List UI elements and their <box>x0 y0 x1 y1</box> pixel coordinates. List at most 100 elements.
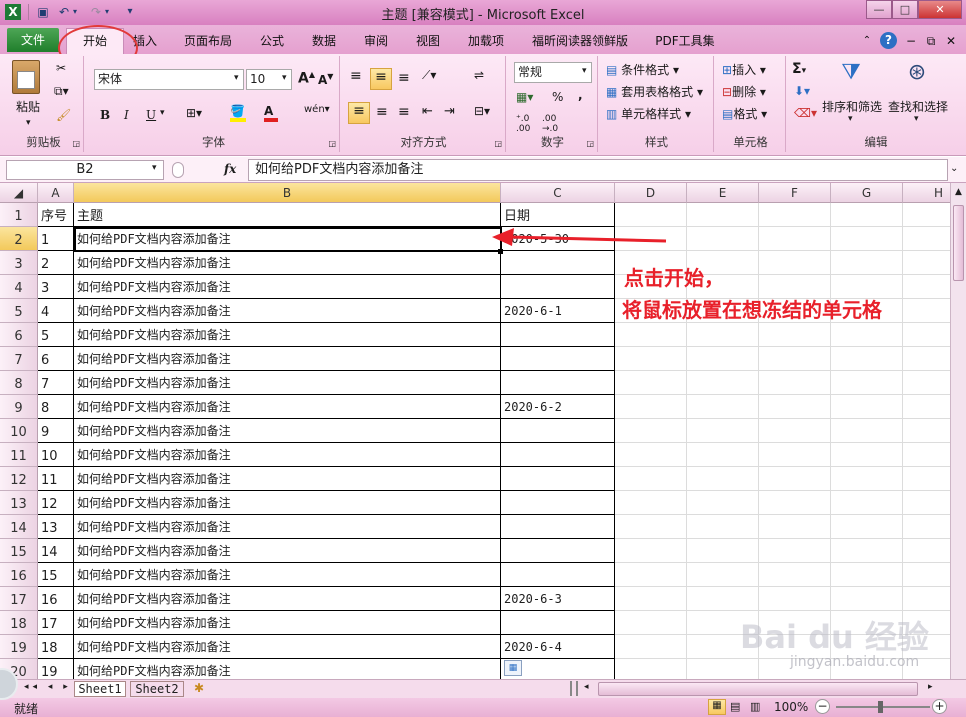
phonetic-icon[interactable]: wén▾ <box>304 104 330 115</box>
cell-a[interactable]: 14 <box>38 539 74 563</box>
row-header[interactable]: 2 <box>0 227 38 251</box>
conditional-format-button[interactable]: ▤ 条件格式 ▾ <box>606 61 679 78</box>
cell-c[interactable] <box>501 323 615 347</box>
paste-icon[interactable] <box>12 60 40 94</box>
fill-icon[interactable]: ⬇▾ <box>794 84 810 98</box>
row-header[interactable]: 17 <box>0 587 38 611</box>
sort-filter-button[interactable]: 排序和筛选 <box>822 98 882 115</box>
formula-bar-splitter[interactable] <box>172 162 184 178</box>
row-header[interactable]: 19 <box>0 635 38 659</box>
cell-a[interactable]: 7 <box>38 371 74 395</box>
cell-styles-button[interactable]: ▥ 单元格样式 ▾ <box>606 105 691 122</box>
cell-a[interactable]: 4 <box>38 299 74 323</box>
delete-cells-button[interactable]: ⊟删除 ▾ <box>722 83 766 100</box>
cell-a[interactable]: 15 <box>38 563 74 587</box>
chevron-down-icon[interactable]: ▾ <box>848 114 853 124</box>
increase-indent-icon[interactable]: ⇥ <box>444 104 455 119</box>
tab-view[interactable]: 视图 <box>410 31 446 51</box>
cell-b[interactable]: 如何给PDF文档内容添加备注 <box>74 371 501 395</box>
cell-b[interactable]: 如何给PDF文档内容添加备注 <box>74 515 501 539</box>
scroll-left-icon[interactable]: ◂ <box>584 682 589 692</box>
column-header[interactable]: E <box>687 183 759 203</box>
binoculars-icon[interactable]: ⊛ <box>902 60 932 90</box>
horizontal-scroll-thumb[interactable] <box>598 682 918 696</box>
cell-c[interactable]: 2020-6-1 <box>501 299 615 323</box>
shrink-font-icon[interactable]: A▼ <box>318 72 333 87</box>
column-header[interactable]: F <box>759 183 831 203</box>
chevron-down-icon[interactable]: ▾ <box>282 73 287 83</box>
chevron-down-icon[interactable]: ▾ <box>914 114 919 124</box>
row-header[interactable]: 1 <box>0 203 38 227</box>
zoom-out-icon[interactable]: − <box>815 699 830 714</box>
cell-b[interactable]: 主题 <box>74 203 501 227</box>
cell-b[interactable]: 如何给PDF文档内容添加备注 <box>74 611 501 635</box>
align-right-icon[interactable]: ≡ <box>398 104 410 120</box>
zoom-slider[interactable] <box>836 706 930 708</box>
page-break-view-icon[interactable]: ▥ <box>750 700 760 713</box>
zoom-in-icon[interactable]: + <box>932 699 947 714</box>
chevron-down-icon[interactable]: ▾ <box>152 163 157 173</box>
row-header[interactable]: 6 <box>0 323 38 347</box>
percent-button[interactable]: % <box>552 90 563 104</box>
cell-a[interactable]: 13 <box>38 515 74 539</box>
help-icon[interactable]: ? <box>880 32 897 49</box>
border-icon[interactable]: ⊞▾ <box>186 106 202 120</box>
cell-c[interactable] <box>501 515 615 539</box>
cell-b[interactable]: 如何给PDF文档内容添加备注 <box>74 299 501 323</box>
merge-center-icon[interactable]: ⊟▾ <box>474 104 490 118</box>
name-box[interactable]: B2 <box>6 160 164 180</box>
row-header[interactable]: 11 <box>0 443 38 467</box>
align-middle-icon[interactable]: ≡ <box>370 68 392 90</box>
row-header[interactable]: 4 <box>0 275 38 299</box>
format-as-table-button[interactable]: ▦ 套用表格格式 ▾ <box>606 83 703 100</box>
collapse-ribbon-icon[interactable]: ⌃ <box>860 31 874 51</box>
bold-button[interactable]: B <box>100 108 110 122</box>
row-header[interactable]: 9 <box>0 395 38 419</box>
row-header[interactable]: 13 <box>0 491 38 515</box>
align-top-icon[interactable]: ≡ <box>350 68 362 84</box>
row-header[interactable]: 3 <box>0 251 38 275</box>
cell-c[interactable] <box>501 467 615 491</box>
tab-pdf-tools[interactable]: PDF工具集 <box>652 31 718 51</box>
row-header[interactable]: 14 <box>0 515 38 539</box>
align-bottom-icon[interactable]: ≡ <box>398 70 410 86</box>
row-header[interactable]: 15 <box>0 539 38 563</box>
cell-c[interactable]: 2020-6-3 <box>501 587 615 611</box>
cell-a[interactable]: 17 <box>38 611 74 635</box>
workbook-restore-icon[interactable]: ⧉ <box>924 31 938 51</box>
cell-a[interactable]: 3 <box>38 275 74 299</box>
close-icon[interactable]: ✕ <box>918 0 962 19</box>
cell-b[interactable]: 如何给PDF文档内容添加备注 <box>74 563 501 587</box>
fill-color-icon[interactable]: 🪣 <box>230 104 246 122</box>
new-sheet-icon[interactable]: ✱ <box>194 681 204 695</box>
sheet-tab-2[interactable]: Sheet2 <box>130 681 184 697</box>
cell-c[interactable] <box>501 491 615 515</box>
column-header[interactable]: H <box>903 183 950 203</box>
column-header[interactable]: G <box>831 183 903 203</box>
column-header[interactable]: D <box>615 183 687 203</box>
formula-input[interactable]: 如何给PDF文档内容添加备注 <box>248 159 948 181</box>
cell-b[interactable]: 如何给PDF文档内容添加备注 <box>74 635 501 659</box>
grow-font-icon[interactable]: A▲ <box>298 70 315 87</box>
sheet-tab-1[interactable]: Sheet1 <box>74 681 126 697</box>
cell-b[interactable]: 如何给PDF文档内容添加备注 <box>74 539 501 563</box>
format-cells-button[interactable]: ▤格式 ▾ <box>722 105 767 122</box>
cell-a[interactable]: 1 <box>38 227 74 251</box>
column-header[interactable]: B <box>74 183 501 203</box>
dialog-launcher-icon[interactable]: ◲ <box>72 139 80 148</box>
zoom-slider-thumb[interactable] <box>878 701 883 713</box>
cell-b[interactable]: 如何给PDF文档内容添加备注 <box>74 491 501 515</box>
decrease-decimal-icon[interactable]: .00 →.0 <box>542 114 558 134</box>
format-painter-icon[interactable]: 🖌 <box>56 108 71 122</box>
underline-button[interactable]: U <box>146 108 156 122</box>
cell-a[interactable]: 12 <box>38 491 74 515</box>
cell-b[interactable]: 如何给PDF文档内容添加备注 <box>74 419 501 443</box>
dialog-launcher-icon[interactable]: ◲ <box>586 139 594 148</box>
cell-a[interactable]: 18 <box>38 635 74 659</box>
dialog-launcher-icon[interactable]: ◲ <box>328 139 336 148</box>
row-header[interactable]: 12 <box>0 467 38 491</box>
insert-cells-button[interactable]: ⊞插入 ▾ <box>722 61 766 78</box>
cell-b[interactable]: 如何给PDF文档内容添加备注 <box>74 347 501 371</box>
cell-c[interactable]: 2020-6-4 <box>501 635 615 659</box>
cell-c[interactable] <box>501 275 615 299</box>
